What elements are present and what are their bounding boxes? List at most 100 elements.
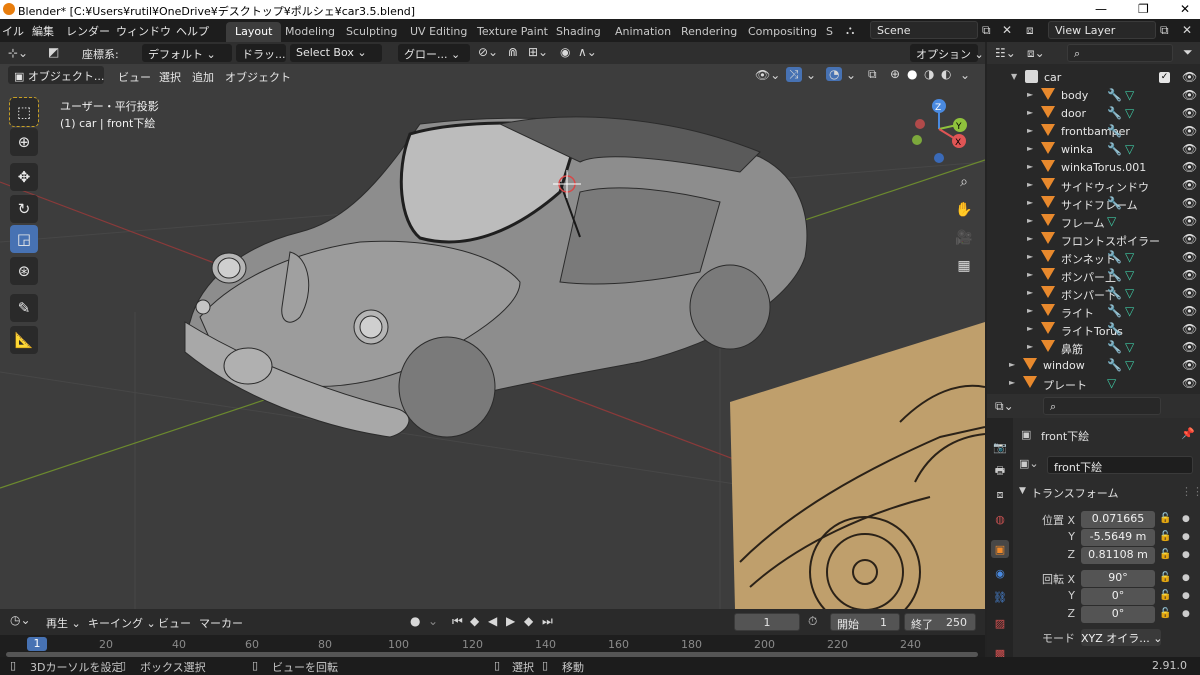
- rotation-mode-dropdown[interactable]: XYZ オイラ... ⌄: [1081, 629, 1163, 646]
- eye-icon[interactable]: 👁: [1182, 322, 1197, 336]
- view-layer-icon[interactable]: ⧈: [1026, 23, 1034, 38]
- menu-edit[interactable]: 編集: [32, 23, 54, 39]
- eye-icon[interactable]: 👁: [1182, 268, 1197, 282]
- modifier-wrench-icon[interactable]: 🔧: [1107, 304, 1122, 318]
- location-z-field[interactable]: 0.81108 m: [1081, 547, 1155, 564]
- scene-field[interactable]: Scene: [870, 21, 978, 39]
- play-reverse-icon[interactable]: ◀: [488, 614, 497, 628]
- jump-end-icon[interactable]: ⏭: [542, 614, 553, 629]
- zoom-icon[interactable]: ⌕: [952, 170, 976, 194]
- modifier-wrench-icon[interactable]: 🔧: [1107, 340, 1122, 354]
- properties-editor[interactable]: ⧉⌄ ⌕ 📷 🖶 ⧈ ◍ ▣ ◉ ⛓ ▨ ▩ ▣ front下絵 📌 ▣⌄ fr…: [987, 394, 1200, 657]
- mesh-data-icon[interactable]: ▽: [1125, 106, 1134, 120]
- orientation-dropdown[interactable]: デフォルト ⌄: [142, 44, 232, 62]
- mesh-data-icon[interactable]: ▽: [1125, 358, 1134, 372]
- eye-icon[interactable]: 👁: [1182, 142, 1197, 156]
- mesh-data-icon[interactable]: ▽: [1107, 376, 1116, 390]
- overlay-toggle-icon[interactable]: ◔: [826, 67, 843, 81]
- modifier-wrench-icon[interactable]: 🔧: [1107, 196, 1122, 210]
- outliner-item[interactable]: ► ライトTorus 🔧 👁: [987, 321, 1200, 339]
- collection-checkbox[interactable]: ✓: [1159, 72, 1170, 83]
- expand-icon[interactable]: ►: [1027, 270, 1033, 279]
- eye-icon[interactable]: 👁: [1182, 88, 1197, 102]
- menu-keying[interactable]: キーイング ⌄: [88, 615, 156, 631]
- lock-icon[interactable]: 🔓: [1159, 572, 1171, 583]
- next-keyframe-icon[interactable]: ◆: [524, 614, 533, 628]
- outliner-item[interactable]: ► ボンパー上 🔧 ▽ 👁: [987, 267, 1200, 285]
- eye-icon[interactable]: 👁: [1182, 70, 1197, 84]
- rotation-x-field[interactable]: 90°: [1081, 570, 1155, 587]
- wireframe-shading-icon[interactable]: ⊕: [890, 67, 900, 81]
- new-view-layer-icon[interactable]: ⧉: [1160, 23, 1169, 38]
- xray-icon[interactable]: ⧉: [868, 67, 877, 82]
- eye-icon[interactable]: 👁: [1182, 304, 1197, 318]
- eye-icon[interactable]: 👁: [1182, 196, 1197, 210]
- outliner-item[interactable]: ► ボンパー下 🔧 ▽ 👁: [987, 285, 1200, 303]
- world-tab-icon[interactable]: ◍: [991, 510, 1009, 528]
- mode-dropdown[interactable]: ▣ オブジェクト...: [8, 66, 104, 84]
- texture-tab-icon[interactable]: ▩: [991, 644, 1009, 658]
- 3d-viewport[interactable]: ⊹⌄ ◩ 座標系: デフォルト ⌄ ドラッ... Select Box ⌄ グロ…: [0, 42, 985, 609]
- modifier-wrench-icon[interactable]: 🔧: [1107, 142, 1122, 156]
- cursor-tool[interactable]: ⊕: [10, 128, 38, 156]
- modifier-wrench-icon[interactable]: 🔧: [1107, 358, 1122, 372]
- scale-tool[interactable]: ◲: [10, 225, 38, 253]
- expand-icon[interactable]: ►: [1027, 126, 1033, 135]
- object-name-field[interactable]: front下絵: [1047, 456, 1193, 474]
- keyframe-dot-icon[interactable]: ●: [1182, 550, 1190, 560]
- location-x-field[interactable]: 0.071665: [1081, 511, 1155, 528]
- eye-icon[interactable]: 👁: [1182, 358, 1197, 372]
- falloff-icon[interactable]: ∧⌄: [578, 45, 597, 59]
- shading-dropdown-icon[interactable]: ⌄: [960, 68, 970, 82]
- pan-icon[interactable]: ✋: [952, 198, 976, 222]
- modifier-wrench-icon[interactable]: 🔧: [1107, 322, 1122, 336]
- rotate-tool[interactable]: ↻: [10, 195, 38, 223]
- view-layer-field[interactable]: View Layer: [1048, 21, 1156, 39]
- menu-marker[interactable]: マーカー: [199, 615, 243, 631]
- outliner-editor-icon[interactable]: ☷⌄: [995, 46, 1016, 60]
- material-shading-icon[interactable]: ◑: [924, 67, 934, 81]
- end-frame-field[interactable]: 終了 250: [904, 613, 976, 631]
- mesh-data-icon[interactable]: ▽: [1125, 340, 1134, 354]
- outliner-item[interactable]: ► 鼻筋 🔧 ▽ 👁: [987, 339, 1200, 357]
- eye-icon[interactable]: 👁: [1182, 340, 1197, 354]
- lock-icon[interactable]: 🔓: [1159, 549, 1171, 560]
- new-scene-icon[interactable]: ⧉: [982, 23, 991, 38]
- tab-texture-paint[interactable]: Texture Paint: [468, 22, 557, 42]
- object-tab-icon[interactable]: ▣: [991, 540, 1009, 558]
- tab-sculpting[interactable]: Sculpting: [337, 22, 406, 42]
- menu-select[interactable]: 選択: [159, 69, 181, 85]
- delete-view-layer-icon[interactable]: ✕: [1182, 23, 1192, 37]
- outliner-item[interactable]: ► プレート ▽ 👁: [987, 375, 1200, 393]
- eye-icon[interactable]: 👁: [1182, 232, 1197, 246]
- outliner-item[interactable]: ► frontbamper 🔧 👁: [987, 123, 1200, 141]
- select-box-dropdown[interactable]: Select Box ⌄: [290, 44, 382, 62]
- expand-icon[interactable]: ►: [1027, 288, 1033, 297]
- render-tab-icon[interactable]: 📷: [991, 438, 1009, 456]
- expand-icon[interactable]: ►: [1027, 198, 1033, 207]
- tab-more[interactable]: S: [817, 22, 842, 42]
- menu-object[interactable]: オブジェクト: [225, 69, 291, 85]
- eye-icon[interactable]: 👁: [1182, 106, 1197, 120]
- expand-icon[interactable]: ►: [1027, 108, 1033, 117]
- mesh-data-icon[interactable]: ▽: [1125, 268, 1134, 282]
- expand-icon[interactable]: ►: [1027, 306, 1033, 315]
- constraints-tab-icon[interactable]: ⛓: [991, 588, 1009, 606]
- transform-tool[interactable]: ⊛: [10, 257, 38, 285]
- outliner-item[interactable]: ► window 🔧 ▽ 👁: [987, 357, 1200, 375]
- outliner-item[interactable]: ► サイドウィンドウ 👁: [987, 177, 1200, 195]
- expand-icon[interactable]: ►: [1027, 234, 1033, 243]
- mesh-data-icon[interactable]: ▽: [1125, 250, 1134, 264]
- record-icon[interactable]: ●: [410, 614, 420, 628]
- camera-icon[interactable]: 🎥: [952, 226, 976, 250]
- rotation-y-field[interactable]: 0°: [1081, 588, 1155, 605]
- outliner-item[interactable]: ► door 🔧 ▽ 👁: [987, 105, 1200, 123]
- outliner-item[interactable]: ► winka 🔧 ▽ 👁: [987, 141, 1200, 159]
- overlay-dropdown-icon[interactable]: ⌄: [846, 68, 856, 82]
- move-tool[interactable]: ✥: [10, 163, 38, 191]
- tab-compositing[interactable]: Compositing: [739, 22, 826, 42]
- frame-ruler[interactable]: 1 20 40 60 80 100 120 140 160 180 200 22…: [0, 635, 985, 657]
- outliner[interactable]: ☷⌄ ⧈⌄ ⌕ ⏷ ▼ car ✓ 👁 ► body 🔧 ▽ 👁 ► door 🔧 ▽ 👁 ► fro…: [987, 42, 1200, 394]
- display-mode-icon[interactable]: ⧈⌄: [1027, 46, 1045, 61]
- rotation-z-field[interactable]: 0°: [1081, 606, 1155, 623]
